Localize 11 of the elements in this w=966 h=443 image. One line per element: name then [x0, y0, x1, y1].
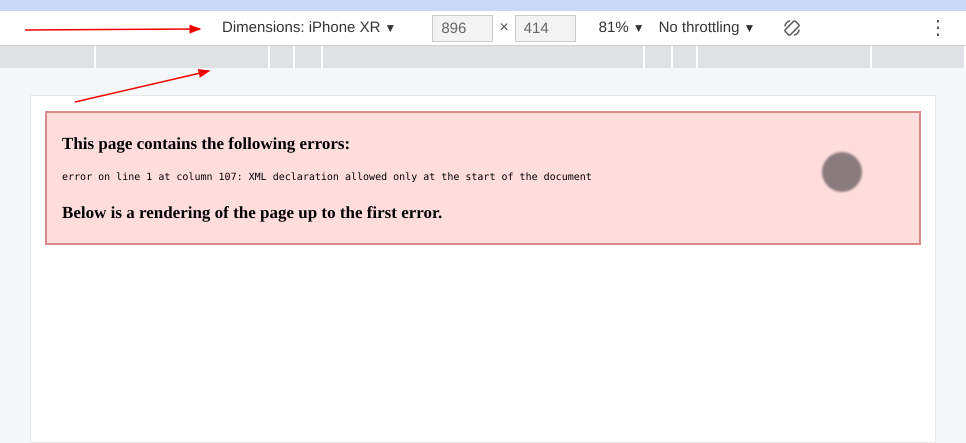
throttling-dropdown[interactable]: No throttling ▼ [658, 16, 756, 40]
times-sign: × [499, 18, 509, 38]
more-menu-button[interactable]: ⋮ [928, 13, 948, 43]
rotate-icon[interactable] [783, 19, 802, 37]
error-footer: Below is a rendering of the page up to the first error. [62, 200, 904, 225]
error-message: error on line 1 at column 107: XML declaration allowed only at the start of the document [62, 170, 593, 184]
error-heading: This page contains the following errors: [62, 133, 352, 155]
zoom-dropdown[interactable]: 81% ▼ [598, 16, 645, 40]
device-dropdown[interactable]: Dimensions: iPhone XR ▼ [222, 16, 396, 40]
height-field[interactable]: 414 [514, 14, 576, 42]
width-field[interactable]: 896 [432, 14, 494, 42]
